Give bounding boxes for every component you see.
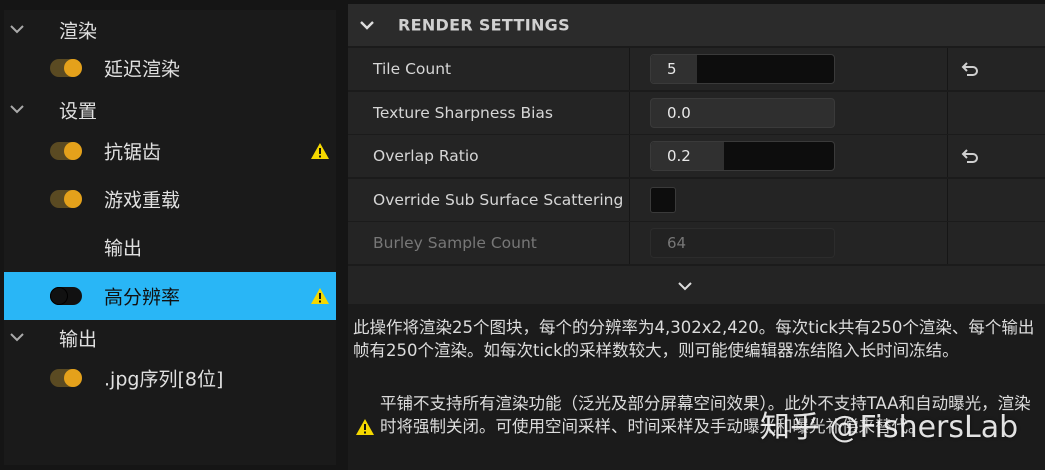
texture-sharpness-bias-input[interactable]: 0.0 [650, 98, 835, 128]
value-text: 0.2 [667, 147, 691, 165]
property-tile-count: Tile Count 5 [348, 48, 1045, 91]
tree-item-output[interactable]: 输出 [4, 225, 336, 269]
value-text: 64 [667, 234, 687, 252]
item-label: 输出 [104, 237, 143, 260]
render-info-text: 此操作将渲染25个图块，每个的分辨率为4,302x2,420。每次tick共有2… [353, 318, 1035, 360]
item-label: .jpg序列[8位] [104, 368, 224, 391]
override-sss-checkbox[interactable] [650, 187, 676, 213]
render-settings-header[interactable]: RENDER SETTINGS [348, 4, 1045, 46]
enable-toggle[interactable] [50, 287, 82, 305]
tree-item-deferred-render[interactable]: 延迟渲染 [4, 46, 336, 90]
item-label: 高分辨率 [104, 286, 181, 309]
value-text: 5 [667, 60, 677, 78]
section-settings[interactable]: 设置 [4, 88, 336, 132]
property-label: Tile Count [373, 60, 452, 78]
tile-count-input[interactable]: 5 [650, 54, 835, 84]
property-label: Override Sub Surface Scattering [373, 191, 624, 209]
chevron-down-icon[interactable] [8, 328, 26, 346]
section-output[interactable]: 输出 [4, 316, 336, 360]
enable-toggle[interactable] [50, 369, 82, 387]
property-overlap-ratio: Overlap Ratio 0.2 [348, 135, 1045, 178]
tree-item-anti-aliasing[interactable]: 抗锯齿 [4, 129, 336, 173]
tree-item-jpg-sequence[interactable]: .jpg序列[8位] [4, 356, 336, 400]
left-panel: 渲染 延迟渲染 设置 抗锯齿 游戏重载 输出 高分辨率 输出 .jpg序列[8位… [0, 0, 340, 470]
section-label: 设置 [59, 100, 98, 123]
show-advanced-expander[interactable] [348, 266, 1045, 304]
panel-title: RENDER SETTINGS [398, 15, 570, 35]
warning-icon [355, 418, 375, 436]
section-label: 渲染 [59, 20, 98, 43]
enable-toggle[interactable] [50, 190, 82, 208]
chevron-down-icon[interactable] [676, 277, 694, 299]
enable-toggle[interactable] [50, 59, 82, 77]
chevron-down-icon[interactable] [8, 20, 26, 38]
property-override-sss: Override Sub Surface Scattering [348, 179, 1045, 222]
property-label: Overlap Ratio [373, 147, 479, 165]
description-area: 此操作将渲染25个图块，每个的分辨率为4,302x2,420。每次tick共有2… [348, 312, 1045, 470]
item-label: 游戏重载 [104, 189, 181, 212]
item-label: 延迟渲染 [104, 58, 181, 81]
property-label: Texture Sharpness Bias [373, 104, 553, 122]
overlap-ratio-input[interactable]: 0.2 [650, 141, 835, 171]
tree-item-game-override[interactable]: 游戏重载 [4, 177, 336, 221]
reset-to-default-icon[interactable] [960, 60, 980, 78]
property-texture-sharpness-bias: Texture Sharpness Bias 0.0 [348, 92, 1045, 135]
property-label: Burley Sample Count [373, 234, 537, 252]
value-text: 0.0 [667, 104, 691, 122]
enable-toggle[interactable] [50, 142, 82, 160]
render-settings-tree: 渲染 延迟渲染 设置 抗锯齿 游戏重载 输出 高分辨率 输出 .jpg序列[8位… [4, 10, 336, 465]
reset-to-default-icon[interactable] [960, 147, 980, 165]
tree-item-high-resolution[interactable]: 高分辨率 [4, 272, 336, 320]
watermark: 知乎 @FishersLab [760, 410, 1019, 445]
details-panel: RENDER SETTINGS Tile Count 5 Texture Sha… [348, 4, 1045, 470]
chevron-down-icon[interactable] [8, 100, 26, 118]
section-label: 输出 [59, 328, 98, 351]
property-burley-sample-count: Burley Sample Count 64 [348, 222, 1045, 265]
item-label: 抗锯齿 [104, 141, 162, 164]
burley-sample-count-input: 64 [650, 228, 835, 258]
chevron-down-icon[interactable] [358, 16, 376, 38]
warning-icon [310, 142, 330, 160]
warning-icon [310, 287, 330, 305]
